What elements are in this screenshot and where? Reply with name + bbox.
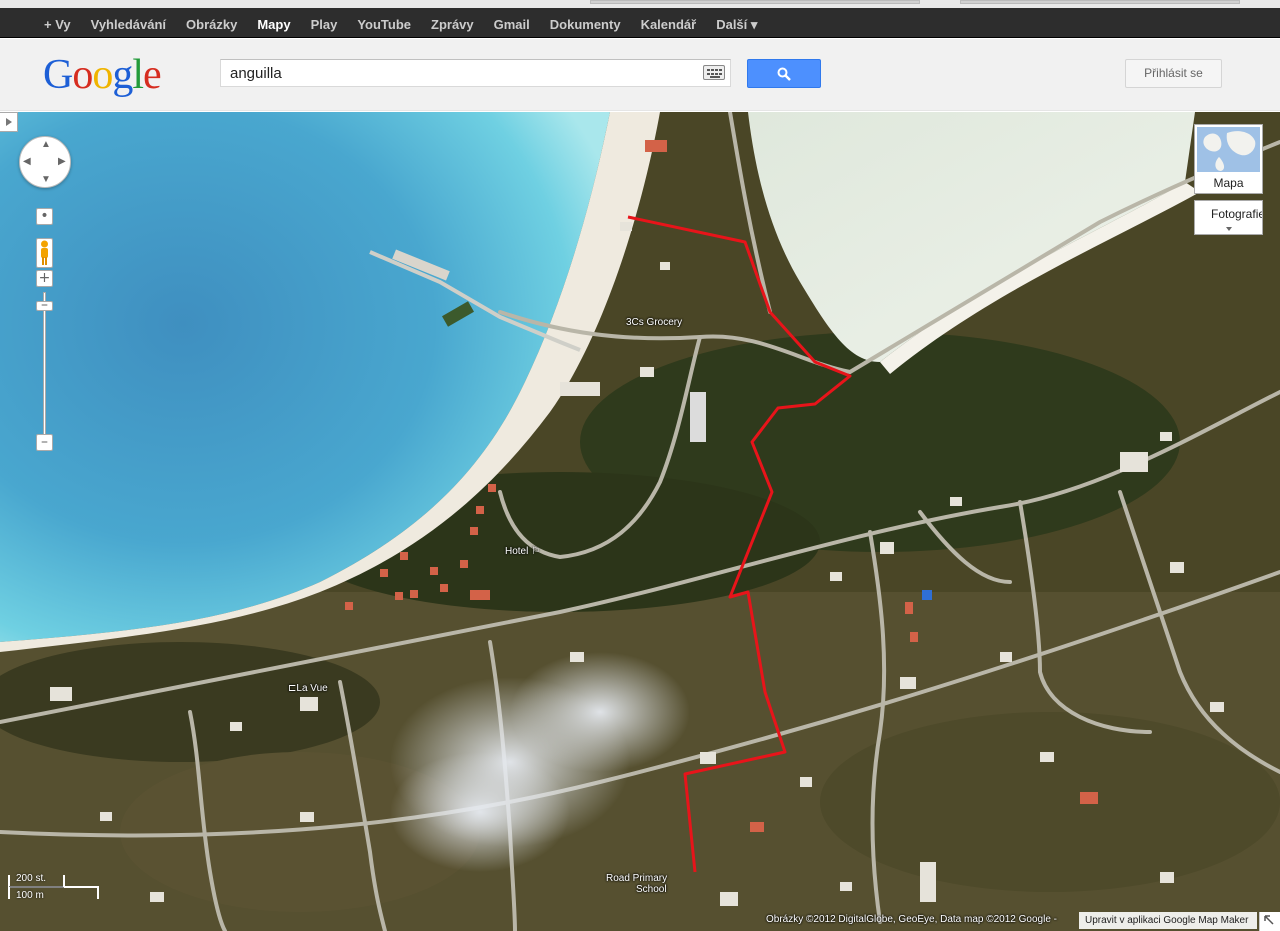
search-button[interactable] bbox=[747, 59, 821, 88]
signin-button[interactable]: Přihlásit se bbox=[1125, 59, 1222, 88]
label-school-line1[interactable]: Road Primary bbox=[606, 873, 667, 884]
nav-item-1[interactable]: Vyhledávání bbox=[91, 17, 166, 33]
pan-down-icon[interactable]: ▼ bbox=[41, 174, 51, 185]
top-navigation: + Vy Vyhledávání Obrázky Mapy Play YouTube Zpr… bbox=[44, 17, 777, 33]
pegman-icon[interactable] bbox=[36, 238, 53, 268]
search-header: Google Přihlásit se bbox=[0, 39, 1280, 111]
nav-item-3[interactable]: Mapy bbox=[257, 17, 290, 33]
satellite-imagery bbox=[0, 112, 1280, 931]
zoom-in-button[interactable]: + bbox=[36, 270, 53, 287]
reset-view-button[interactable]: • bbox=[36, 208, 53, 225]
label-la-vue[interactable]: ⊏La Vue bbox=[288, 683, 328, 694]
nav-item-2[interactable]: Obrázky bbox=[186, 17, 237, 33]
zoom-slider-handle[interactable]: – bbox=[36, 298, 53, 312]
map-scale: 200 st. 100 m bbox=[8, 873, 100, 903]
zoom-out-button[interactable]: – bbox=[36, 434, 53, 451]
nav-item-6[interactable]: Zprávy bbox=[431, 17, 474, 33]
label-hotel[interactable]: Hotel ⚐ bbox=[505, 546, 540, 557]
mapmaker-link[interactable]: Upravit v aplikaci Google Map Maker bbox=[1079, 912, 1257, 929]
expand-corner-icon[interactable] bbox=[1259, 912, 1280, 931]
nav-item-9[interactable]: Kalendář bbox=[641, 17, 697, 33]
keyboard-icon[interactable] bbox=[703, 65, 725, 80]
chevron-down-icon bbox=[1226, 227, 1232, 231]
side-panel-toggle[interactable] bbox=[0, 112, 18, 132]
search-icon bbox=[777, 67, 791, 81]
map-type-button[interactable]: Mapa bbox=[1194, 124, 1263, 194]
nav-item-0[interactable]: + Vy bbox=[44, 17, 71, 33]
nav-item-8[interactable]: Dokumenty bbox=[550, 17, 621, 33]
pan-right-icon[interactable]: ▶ bbox=[58, 156, 66, 167]
scale-metric: 100 m bbox=[16, 890, 44, 901]
search-input[interactable] bbox=[221, 60, 691, 86]
photos-label: Fotografie bbox=[1211, 207, 1263, 221]
label-grocery[interactable]: 3Cs Grocery bbox=[626, 317, 682, 328]
map-thumbnail bbox=[1197, 127, 1260, 172]
map-attribution: Obrázky ©2012 DigitalGlobe, GeoEye, Data… bbox=[766, 914, 1058, 925]
satellite-map[interactable]: 3Cs Grocery Hotel ⚐ ⊏La Vue Road Primary… bbox=[0, 112, 1280, 931]
pan-left-icon[interactable]: ◀ bbox=[23, 156, 31, 167]
nav-item-4[interactable]: Play bbox=[311, 17, 338, 33]
photos-dropdown[interactable]: Fotografie bbox=[1194, 200, 1263, 235]
pan-up-icon[interactable]: ▲ bbox=[41, 139, 51, 150]
zoom-slider-track[interactable] bbox=[43, 292, 46, 438]
browser-tab-strip bbox=[0, 0, 1280, 8]
map-type-label: Mapa bbox=[1213, 176, 1244, 190]
google-logo[interactable]: Google bbox=[43, 51, 162, 99]
pan-control[interactable]: ▲ ▼ ◀ ▶ bbox=[19, 136, 71, 188]
hotel-icon: ⚐ bbox=[531, 546, 541, 557]
nav-item-7[interactable]: Gmail bbox=[494, 17, 530, 33]
search-box bbox=[220, 59, 731, 87]
nav-item-5[interactable]: YouTube bbox=[357, 17, 411, 33]
nav-item-10[interactable]: Další ▾ bbox=[716, 17, 757, 33]
google-top-bar: + Vy Vyhledávání Obrázky Mapy Play YouTube Zpr… bbox=[0, 0, 1280, 38]
label-school-line2[interactable]: School bbox=[636, 884, 667, 895]
scale-imperial: 200 st. bbox=[16, 873, 47, 884]
